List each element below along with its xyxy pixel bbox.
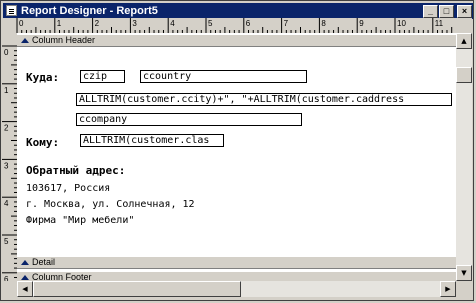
ruler-label: 1 [57,19,62,28]
ruler-label: 2 [95,19,100,28]
ruler-label: 3 [132,19,137,28]
ruler-label: 0 [4,48,9,57]
vertical-scroll-thumb[interactable] [456,67,472,83]
horizontal-ruler-svg: 0 1 2 3 4 5 6 7 8 9 10 11 [16,18,453,33]
address-expression-field[interactable]: ALLTRIM(customer.ccity)+", "+ALLTRIM(cus… [76,93,452,106]
ruler-label: 9 [359,19,364,28]
band-column-header[interactable]: Column Header [17,34,456,47]
ruler-label: 5 [4,237,9,246]
report-app-icon [6,5,17,16]
ruler-label: 6 [246,19,251,28]
scroll-right-arrow-icon[interactable]: ▶ [440,281,456,297]
horizontal-scrollbar[interactable]: ◀ ▶ [17,281,456,297]
band-up-arrow-icon [21,38,29,43]
czip-field[interactable]: czip [80,70,125,83]
band-up-arrow-icon [21,275,29,280]
ruler-label: 10 [397,19,406,28]
scroll-left-arrow-icon[interactable]: ◀ [17,281,33,297]
close-button[interactable]: × [457,5,472,18]
scroll-down-arrow-icon[interactable]: ▼ [456,265,472,281]
komu-label[interactable]: Кому: [26,136,59,149]
title-bar[interactable]: Report Designer - Report5 _ □ × [3,3,473,19]
band-column-footer[interactable]: Column Footer [17,271,456,281]
return-line-postcode[interactable]: 103617, Россия [26,183,110,194]
band-up-arrow-icon [21,260,29,265]
scroll-up-arrow-icon[interactable]: ▲ [456,33,472,49]
ruler-label: 8 [321,19,326,28]
recipient-expression-field[interactable]: ALLTRIM(customer.clas [80,134,224,147]
ruler-corner [456,18,472,33]
resize-grip[interactable] [456,281,472,297]
ruler-label: 3 [4,161,9,170]
ruler-label: 5 [208,19,213,28]
band-label: Column Footer [32,272,92,281]
ruler-label: 6 [4,275,9,281]
band-label: Column Header [32,35,96,45]
vertical-ruler: 0 1 2 3 4 5 6 [2,33,18,281]
ruler-label: 2 [4,124,9,133]
return-line-company[interactable]: Фирма "Мир мебели" [26,215,134,226]
window-title: Report Designer - Report5 [21,5,158,17]
kuda-label[interactable]: Куда: [26,71,59,84]
maximize-button[interactable]: □ [439,5,454,18]
vertical-ruler-svg: 0 1 2 3 4 5 6 [2,45,17,281]
ccountry-field[interactable]: ccountry [140,70,307,83]
minimize-button[interactable]: _ [423,5,438,18]
horizontal-ruler: 0 1 2 3 4 5 6 7 8 9 10 11 [2,18,456,34]
band-detail[interactable]: Detail [17,256,456,269]
ccompany-field[interactable]: ccompany [76,113,302,126]
ruler-label: 0 [19,19,24,28]
ruler-label: 11 [435,19,444,28]
ruler-label: 7 [284,19,289,28]
ruler-label: 4 [4,199,9,208]
ruler-label: 4 [170,19,175,28]
horizontal-scroll-thumb[interactable] [33,281,241,297]
report-canvas[interactable]: Column Header Куда: czip ccountry ALLTRI… [17,33,456,281]
return-address-label[interactable]: Обратный адрес: [26,164,125,177]
vertical-scrollbar[interactable]: ▲ ▼ [456,33,472,281]
band-label: Detail [32,257,56,267]
return-line-street[interactable]: г. Москва, ул. Солнечная, 12 [26,199,195,210]
ruler-label: 1 [4,86,9,95]
